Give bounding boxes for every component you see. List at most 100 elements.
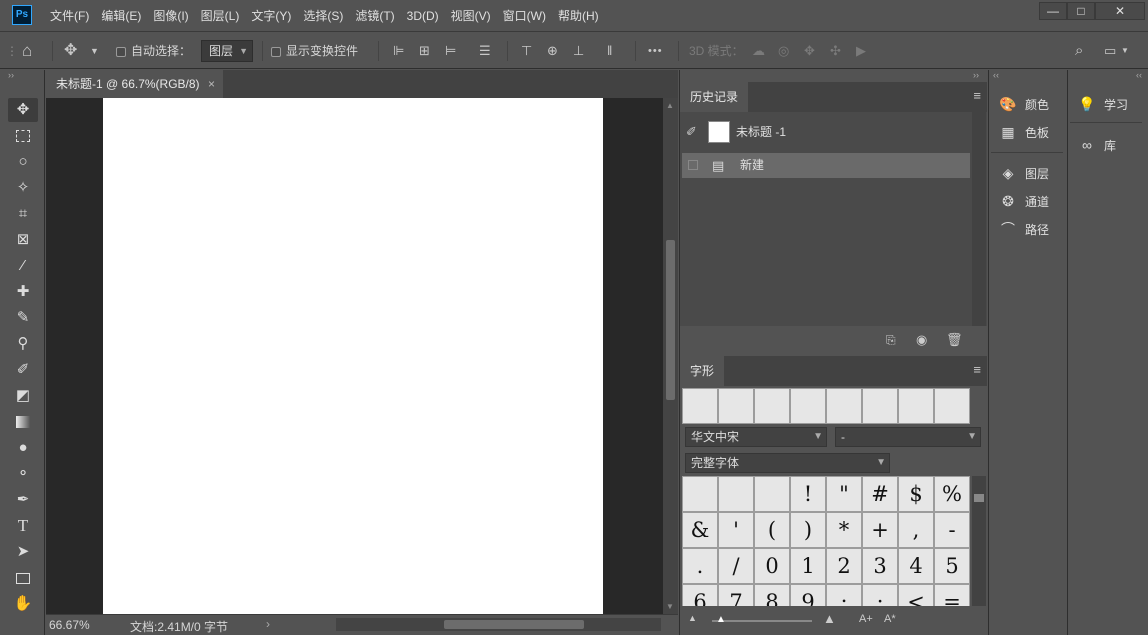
glyph-cell[interactable]: / — [718, 548, 754, 584]
3d-slide-icon[interactable]: ✣ — [830, 33, 841, 69]
menu-3d[interactable]: 3D(D) — [401, 0, 445, 32]
menu-layer[interactable]: 图层(L) — [195, 0, 246, 32]
auto-select-dropdown[interactable]: 图层 ▼ — [201, 40, 253, 62]
menu-image[interactable]: 图像(I) — [147, 0, 194, 32]
rectangle-tool-icon[interactable] — [8, 566, 38, 590]
menu-filter[interactable]: 滤镜(T) — [349, 0, 400, 32]
workspace-icon[interactable]: ▭ — [1104, 33, 1116, 69]
glyph-cell[interactable]: . — [682, 548, 718, 584]
paths-panel-button[interactable]: ⌒ 路径 — [997, 215, 1049, 243]
close-button[interactable]: ✕ — [1095, 2, 1145, 20]
dodge-tool-icon[interactable]: ⚬ — [8, 462, 38, 486]
glyph-cell[interactable]: ! — [790, 476, 826, 512]
panel-menu-icon[interactable]: ≡ — [973, 89, 981, 102]
glyph-cell[interactable]: + — [862, 512, 898, 548]
menu-view[interactable]: 视图(V) — [445, 0, 497, 32]
recent-glyph-cell[interactable] — [898, 388, 934, 424]
glyph-cell[interactable]: 2 — [826, 548, 862, 584]
align-right-icon[interactable]: ⊨ — [445, 33, 456, 69]
history-brush-tool-icon[interactable]: ✐ — [8, 358, 38, 382]
font-style-select[interactable]: - ▼ — [835, 427, 981, 447]
glyph-cell[interactable]: ; — [862, 584, 898, 606]
new-document-icon[interactable]: ⎘ — [886, 333, 896, 348]
scroll-up-icon[interactable]: ▲ — [666, 101, 674, 110]
glyph-cell[interactable] — [754, 476, 790, 512]
document-canvas[interactable] — [103, 98, 603, 614]
libraries-panel-button[interactable]: ∞ 库 — [1076, 131, 1116, 159]
glyph-cell[interactable]: $ — [898, 476, 934, 512]
learn-panel-button[interactable]: 💡 学习 — [1076, 90, 1128, 118]
lasso-tool-icon[interactable]: ○ — [8, 150, 38, 174]
history-scrollbar[interactable] — [972, 112, 986, 326]
healing-tool-icon[interactable]: ✚ — [8, 280, 38, 304]
recent-glyph-cell[interactable] — [790, 388, 826, 424]
camera-icon[interactable]: ◉ — [916, 332, 927, 348]
move-tool-icon[interactable]: ✥ — [8, 98, 38, 122]
glyph-cell[interactable]: * — [826, 512, 862, 548]
type-tool-icon[interactable]: T — [8, 514, 38, 538]
glyph-scrollbar[interactable] — [972, 476, 986, 606]
zoom-level[interactable]: 66.67% — [49, 618, 90, 632]
canvas-area[interactable] — [46, 98, 663, 614]
magic-wand-tool-icon[interactable]: ✧ — [8, 176, 38, 200]
tab-history[interactable]: 历史记录 — [680, 82, 749, 112]
glyph-cell[interactable]: # — [862, 476, 898, 512]
glyph-cell[interactable]: < — [898, 584, 934, 606]
glyph-cell[interactable]: 4 — [898, 548, 934, 584]
recent-glyph-cell[interactable] — [934, 388, 970, 424]
trash-icon[interactable]: 🗑 — [946, 332, 963, 348]
recent-glyph-cell[interactable] — [682, 388, 718, 424]
recent-glyph-cell[interactable] — [754, 388, 790, 424]
slider-handle-icon[interactable]: ▲ — [716, 614, 726, 625]
glyph-cell[interactable]: - — [934, 512, 970, 548]
distribute-vertical-icon[interactable]: ‖ — [607, 33, 612, 69]
glyph-size-slider[interactable] — [712, 620, 812, 622]
3d-roll-icon[interactable]: ◎ — [778, 33, 789, 69]
glyph-cell[interactable]: 0 — [754, 548, 790, 584]
hand-tool-icon[interactable]: ✋ — [8, 592, 38, 616]
recent-glyph-cell[interactable] — [826, 388, 862, 424]
close-tab-icon[interactable]: × — [208, 70, 215, 98]
menu-type[interactable]: 文字(Y) — [245, 0, 297, 32]
scroll-down-icon[interactable]: ▼ — [666, 602, 674, 611]
glyph-cell[interactable]: 1 — [790, 548, 826, 584]
glyph-cell[interactable]: = — [934, 584, 970, 606]
glyph-cell[interactable]: : — [826, 584, 862, 606]
panel-menu-icon[interactable]: ≡ — [973, 363, 981, 376]
history-snapshot[interactable]: ✐ 未标题 -1 — [682, 118, 970, 146]
increase-size-button[interactable]: A+ — [859, 613, 873, 625]
3d-scale-icon[interactable]: ▶ — [856, 33, 866, 69]
glyph-scroll-thumb[interactable] — [974, 494, 984, 502]
status-menu-arrow-icon[interactable]: › — [266, 617, 270, 631]
3d-pan-icon[interactable]: ✥ — [804, 33, 815, 69]
vertical-scrollbar[interactable]: ▲ ▼ — [663, 98, 678, 614]
home-icon[interactable]: ⌂ — [22, 33, 32, 69]
menu-window[interactable]: 窗口(W) — [497, 0, 552, 32]
collapse-arrows-icon[interactable]: ›› — [973, 70, 979, 80]
glyph-cell[interactable] — [682, 476, 718, 512]
chevron-down-icon[interactable]: ▼ — [1121, 33, 1129, 69]
glyph-cell[interactable] — [718, 476, 754, 512]
brush-tool-icon[interactable]: ✎ — [8, 306, 38, 330]
horizontal-scroll-thumb[interactable] — [444, 620, 584, 629]
expand-arrows-icon[interactable]: ‹‹ — [1136, 70, 1142, 80]
tab-glyphs[interactable]: 字形 — [680, 356, 725, 386]
vertical-scroll-thumb[interactable] — [666, 240, 675, 400]
font-family-select[interactable]: 华文中宋 ▼ — [685, 427, 827, 447]
align-left-icon[interactable]: ⊫ — [393, 33, 404, 69]
layers-panel-button[interactable]: ◈ 图层 — [997, 159, 1049, 187]
step-checkbox[interactable] — [688, 160, 698, 170]
glyph-subset-select[interactable]: 完整字体 ▼ — [685, 453, 890, 473]
menu-file[interactable]: 文件(F) — [44, 0, 95, 32]
history-brush-icon[interactable]: ✐ — [686, 118, 697, 146]
recent-glyph-cell[interactable] — [862, 388, 898, 424]
3d-orbit-icon[interactable]: ☁ — [752, 33, 765, 69]
align-middle-icon[interactable]: ⊕ — [547, 33, 558, 69]
menu-select[interactable]: 选择(S) — [297, 0, 349, 32]
glyph-cell[interactable]: 5 — [934, 548, 970, 584]
glyph-cell[interactable]: 9 — [790, 584, 826, 606]
blur-tool-icon[interactable]: ● — [8, 436, 38, 460]
glyph-cell[interactable]: % — [934, 476, 970, 512]
glyph-cell[interactable]: ' — [718, 512, 754, 548]
show-transform-option[interactable]: 显示变换控件 — [271, 33, 358, 69]
